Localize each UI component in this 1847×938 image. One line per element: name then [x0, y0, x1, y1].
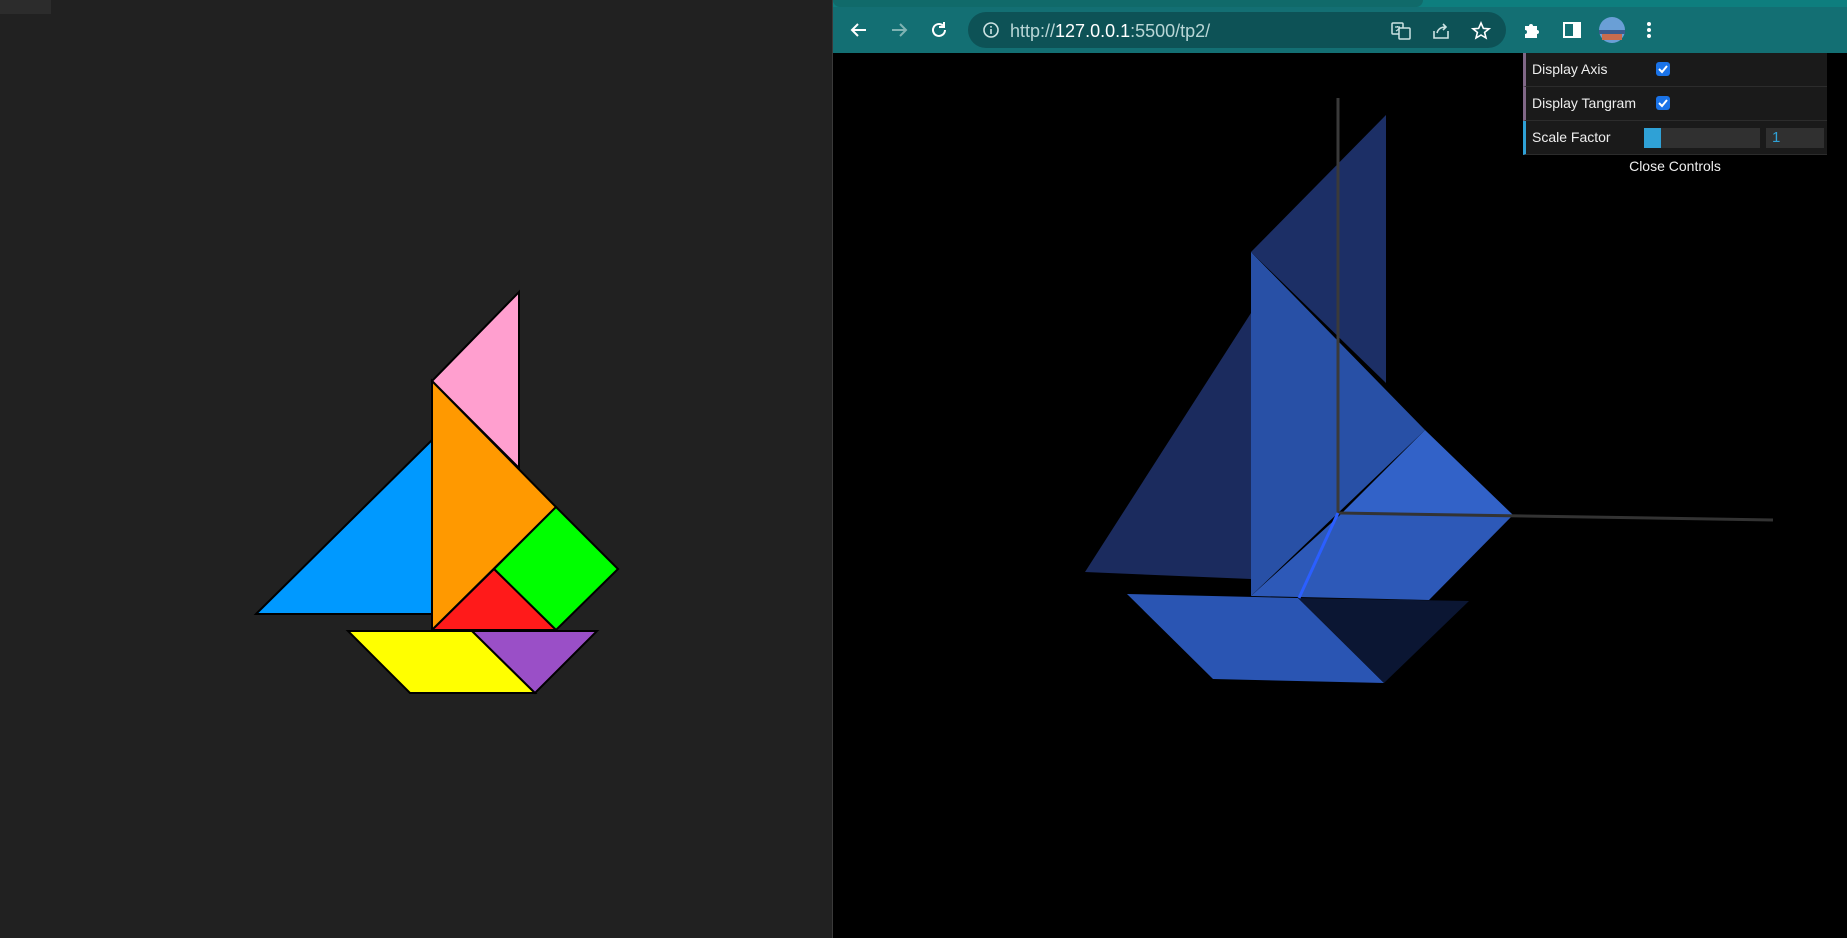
info-icon[interactable] — [982, 21, 1000, 39]
side-panel-icon — [1563, 22, 1581, 38]
checkmark-icon — [1658, 99, 1668, 108]
reload-icon — [932, 22, 946, 37]
tangram-2d-canvas — [253, 289, 620, 695]
kebab-menu-icon — [1647, 22, 1651, 38]
display-axis-label: Display Axis — [1532, 61, 1608, 77]
url-prefix: http:// — [1010, 21, 1056, 41]
avatar — [1599, 17, 1625, 43]
browser-window: http://127.0.0.1:5500/tp2/ Display Axis … — [833, 0, 1847, 938]
reload-button[interactable] — [923, 14, 955, 46]
display-tangram-label: Display Tangram — [1532, 95, 1637, 111]
address-bar[interactable]: http://127.0.0.1:5500/tp2/ — [968, 12, 1506, 48]
arrow-right-icon — [892, 23, 908, 37]
arrow-left-icon — [850, 23, 866, 37]
display-tangram-row[interactable]: Display Tangram — [1523, 87, 1827, 121]
extensions-button[interactable] — [1516, 14, 1548, 46]
display-axis-checkbox[interactable] — [1656, 62, 1670, 76]
scale-factor-slider-fill — [1644, 128, 1662, 148]
tangram-3d-scene[interactable] — [833, 53, 1847, 938]
translate-icon[interactable] — [1391, 21, 1411, 41]
scale-factor-input[interactable]: 1 — [1766, 128, 1824, 148]
checkmark-icon — [1658, 65, 1668, 74]
display-tangram-checkbox[interactable] — [1656, 96, 1670, 110]
browser-toolbar: http://127.0.0.1:5500/tp2/ — [833, 7, 1847, 53]
scene-left-sail — [1085, 313, 1251, 579]
profile-button[interactable] — [1596, 14, 1628, 46]
tab-strip — [833, 0, 1847, 7]
scale-factor-slider[interactable] — [1644, 128, 1760, 148]
scale-factor-row: Scale Factor 1 — [1523, 121, 1827, 155]
url-text[interactable]: http://127.0.0.1:5500/tp2/ — [1010, 21, 1210, 42]
browser-menu-button[interactable] — [1633, 14, 1665, 46]
controls-panel: Display Axis Display Tangram Scale Facto… — [1523, 53, 1827, 177]
forward-button[interactable] — [883, 14, 915, 46]
webgl-viewport[interactable]: Display Axis Display Tangram Scale Facto… — [833, 53, 1847, 938]
close-controls-button[interactable]: Close Controls — [1523, 155, 1827, 177]
display-axis-row[interactable]: Display Axis — [1523, 53, 1827, 87]
tangram-blue-triangle — [253, 437, 433, 615]
tangram-2d-pane — [0, 0, 832, 938]
url-path: :5500/tp2/ — [1130, 21, 1211, 41]
share-icon[interactable] — [1431, 21, 1451, 41]
browser-tab[interactable] — [833, 0, 1423, 7]
star-icon[interactable] — [1471, 21, 1491, 41]
back-button[interactable] — [843, 14, 875, 46]
side-panel-button[interactable] — [1556, 14, 1588, 46]
puzzle-icon — [1525, 24, 1539, 38]
url-host: 127.0.0.1 — [1055, 21, 1131, 41]
scale-factor-label: Scale Factor — [1532, 129, 1611, 145]
